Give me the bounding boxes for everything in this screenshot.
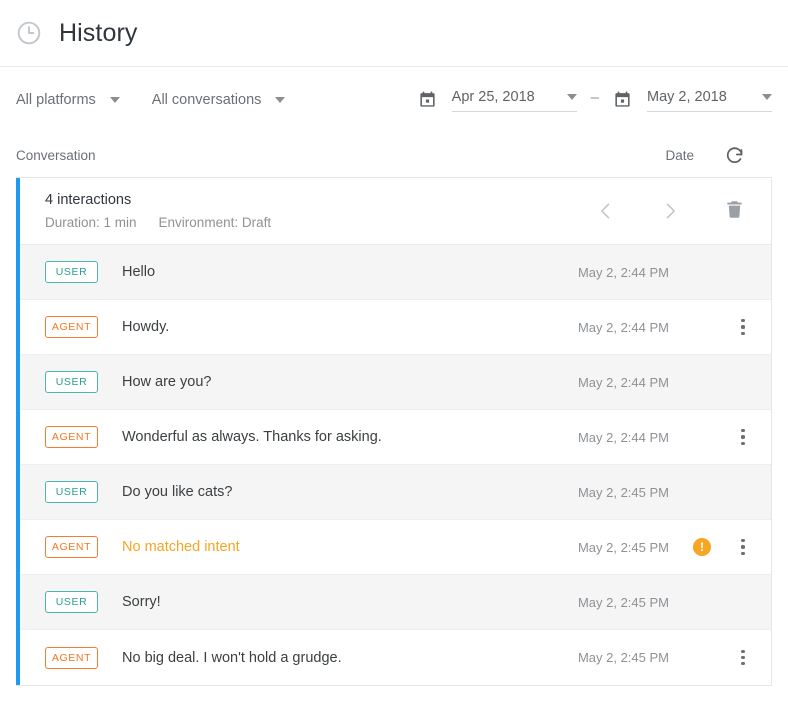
conversation-filter-label: All conversations (152, 92, 262, 108)
conversation-card-inner: 4 interactions Duration: 1 min Environme… (20, 178, 771, 685)
conversation-filter-select[interactable]: All conversations (152, 92, 286, 108)
chevron-down-icon (110, 97, 120, 103)
column-header-date[interactable]: Date (665, 148, 694, 163)
message-timestamp: May 2, 2:44 PM (551, 375, 669, 390)
role-badge-user: USER (45, 371, 98, 393)
chevron-right-icon[interactable] (660, 201, 680, 221)
message-timestamp: May 2, 2:45 PM (551, 485, 669, 500)
chevron-down-icon (567, 94, 577, 100)
message-text: Wonderful as always. Thanks for asking. (122, 429, 551, 445)
start-date-value: Apr 25, 2018 (452, 89, 535, 105)
message-text: Do you like cats? (122, 484, 551, 500)
message-text: No big deal. I won't hold a grudge. (122, 650, 551, 666)
end-date-value: May 2, 2018 (647, 89, 727, 105)
message-row: AGENT Howdy.May 2, 2:44 PM (20, 300, 771, 355)
more-options-icon[interactable] (733, 410, 753, 464)
chevron-left-icon[interactable] (596, 201, 616, 221)
message-text: Howdy. (122, 319, 551, 335)
page-title: History (59, 19, 137, 48)
role-badge-agent: AGENT (45, 536, 98, 558)
role-badge-agent: AGENT (45, 647, 98, 669)
clock-icon (16, 20, 42, 46)
page-header: History (0, 0, 788, 67)
role-badge-user: USER (45, 481, 98, 503)
message-timestamp: May 2, 2:45 PM (551, 650, 669, 665)
conversation-card: 4 interactions Duration: 1 min Environme… (16, 177, 772, 686)
message-timestamp: May 2, 2:45 PM (551, 540, 669, 555)
role-badge-user: USER (45, 591, 98, 613)
conversation-accent-bar (16, 178, 20, 685)
end-date-field[interactable]: May 2, 2018 (647, 89, 772, 112)
conversation-meta: Duration: 1 min Environment: Draft (45, 215, 596, 230)
message-row: AGENT No matched intentMay 2, 2:45 PM! (20, 520, 771, 575)
calendar-icon (613, 90, 632, 110)
role-badge-agent: AGENT (45, 316, 98, 338)
platform-filter-select[interactable]: All platforms (16, 92, 120, 108)
message-row: AGENT No big deal. I won't hold a grudge.… (20, 630, 771, 685)
end-date-picker[interactable]: May 2, 2018 (613, 89, 772, 112)
start-date-field[interactable]: Apr 25, 2018 (452, 89, 577, 112)
message-text: Hello (122, 264, 551, 280)
role-badge-agent: AGENT (45, 426, 98, 448)
more-options-icon[interactable] (733, 630, 753, 685)
interactions-count: 4 interactions (45, 192, 596, 208)
message-text: Sorry! (122, 594, 551, 610)
conversation-summary: 4 interactions Duration: 1 min Environme… (20, 178, 771, 245)
message-list: USERHelloMay 2, 2:44 PMAGENTHowdy.May 2,… (20, 245, 771, 685)
more-options-icon[interactable] (733, 300, 753, 354)
message-row: USER HelloMay 2, 2:44 PM (20, 245, 771, 300)
chevron-down-icon (762, 94, 772, 100)
column-header-conversation: Conversation (16, 148, 96, 163)
trash-icon[interactable] (724, 199, 745, 223)
message-text: How are you? (122, 374, 551, 390)
message-timestamp: May 2, 2:45 PM (551, 595, 669, 610)
message-timestamp: May 2, 2:44 PM (551, 320, 669, 335)
message-timestamp: May 2, 2:44 PM (551, 430, 669, 445)
chevron-down-icon (275, 97, 285, 103)
calendar-icon (418, 90, 437, 110)
conversation-duration: Duration: 1 min (45, 215, 137, 230)
message-row: USER Sorry!May 2, 2:45 PM (20, 575, 771, 630)
conversation-environment: Environment: Draft (159, 215, 272, 230)
role-badge-user: USER (45, 261, 98, 283)
table-column-headers: Conversation Date (0, 133, 788, 177)
refresh-icon[interactable] (724, 144, 746, 166)
message-timestamp: May 2, 2:44 PM (551, 265, 669, 280)
start-date-picker[interactable]: Apr 25, 2018 (418, 89, 577, 112)
conversation-summary-text: 4 interactions Duration: 1 min Environme… (45, 192, 596, 230)
platform-filter-label: All platforms (16, 92, 96, 108)
date-range-group: Apr 25, 2018 – May 2, 2018 (418, 89, 772, 112)
more-options-icon[interactable] (733, 520, 753, 574)
message-text: No matched intent (122, 539, 551, 555)
warning-icon[interactable]: ! (693, 538, 711, 556)
filter-bar: All platforms All conversations Apr 25, … (0, 67, 788, 133)
message-row: USER How are you?May 2, 2:44 PM (20, 355, 771, 410)
date-range-separator: – (591, 89, 599, 111)
message-row: USER Do you like cats?May 2, 2:45 PM (20, 465, 771, 520)
message-row: AGENT Wonderful as always. Thanks for ask… (20, 410, 771, 465)
